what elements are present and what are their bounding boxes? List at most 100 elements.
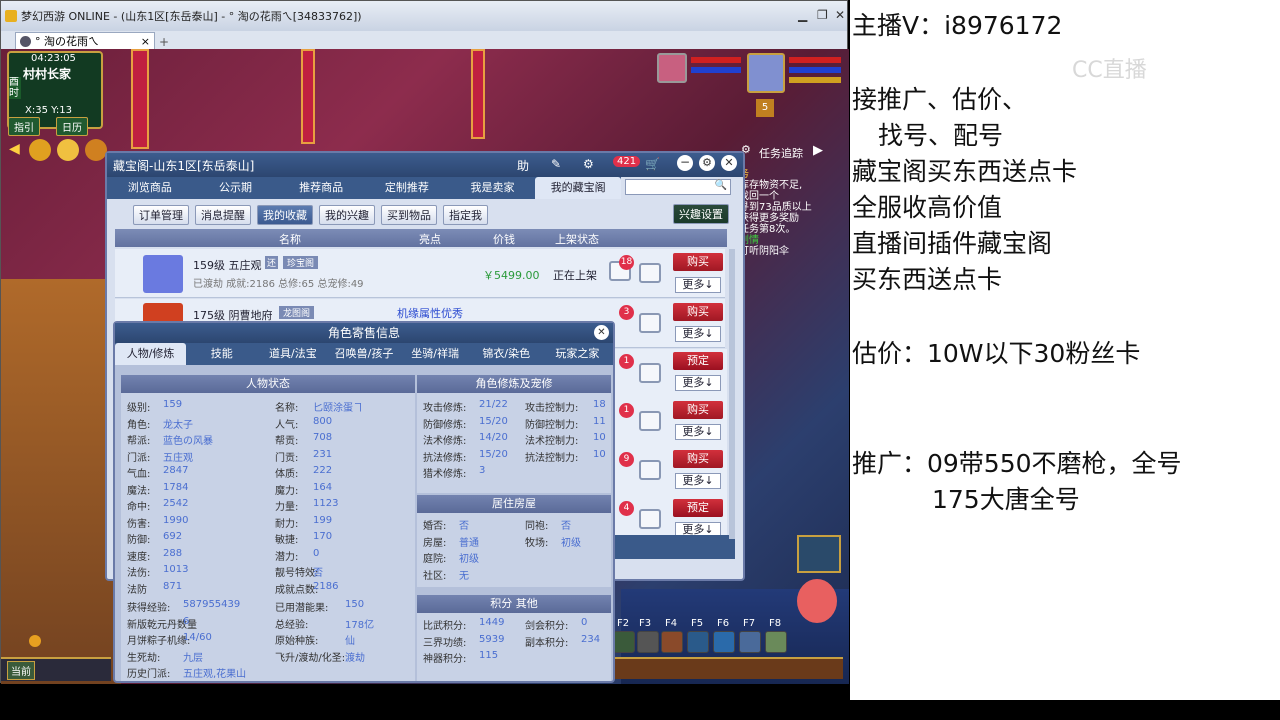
message-remind-button[interactable]: 消息提醒 bbox=[195, 205, 251, 225]
stat-value: 15/20 bbox=[479, 448, 508, 460]
overlay-line: 找号、配号 bbox=[878, 121, 1004, 150]
status-header: 人物状态 bbox=[121, 375, 415, 393]
more-button[interactable]: 更多↓ bbox=[675, 375, 721, 391]
arrow-right-icon[interactable]: ▶ bbox=[813, 143, 823, 158]
tab-browse[interactable]: 浏览商品 bbox=[107, 177, 193, 199]
skill-icon[interactable] bbox=[765, 631, 787, 653]
window-title: 梦幻西游 ONLINE - (山东1区[东岳泰山] - ° 淘の花雨ㄟ[3483… bbox=[21, 10, 362, 23]
stat-label: 帮贡: bbox=[275, 436, 299, 447]
close-button[interactable]: ✕ bbox=[835, 8, 845, 22]
hotkey-label: F8 bbox=[769, 618, 782, 629]
more-button[interactable]: 更多↓ bbox=[675, 473, 721, 489]
reward-icon[interactable] bbox=[57, 139, 79, 161]
settings-icon[interactable]: ⚙ bbox=[583, 157, 594, 171]
skill-icon[interactable] bbox=[687, 631, 709, 653]
tab-my-cbg[interactable]: 我的藏宝阁 bbox=[535, 177, 622, 199]
role-title: 角色寄售信息 bbox=[327, 326, 400, 340]
tab-mount[interactable]: 坐骑/祥瑞 bbox=[400, 343, 471, 365]
tab-item[interactable]: 道具/法宝 bbox=[257, 343, 328, 365]
my-favorites-button[interactable]: 我的收藏 bbox=[257, 205, 313, 225]
skill-icon[interactable] bbox=[637, 631, 659, 653]
my-interest-button[interactable]: 我的兴趣 bbox=[319, 205, 375, 225]
buy-button[interactable]: 购买 bbox=[673, 450, 723, 468]
tab-skill[interactable]: 技能 bbox=[186, 343, 257, 365]
pet-portrait[interactable] bbox=[657, 53, 687, 83]
buy-button[interactable]: 购买 bbox=[673, 253, 723, 271]
browser-tab[interactable]: ° 淘の花雨ㄟ × bbox=[15, 32, 155, 49]
stat-value: 234 bbox=[581, 633, 601, 645]
player-portrait[interactable] bbox=[747, 53, 785, 93]
stat-label: 获得经验: bbox=[127, 603, 171, 614]
calendar-button[interactable]: 日历 bbox=[56, 117, 88, 136]
stat-label: 人气: bbox=[275, 419, 299, 431]
cart-icon[interactable]: 🛒 bbox=[645, 157, 660, 171]
arrow-left-icon[interactable]: ◀ bbox=[9, 141, 20, 157]
skill-icon[interactable] bbox=[713, 631, 735, 653]
cart-icon[interactable] bbox=[639, 411, 661, 431]
bought-items-button[interactable]: 买到物品 bbox=[381, 205, 437, 225]
help-button[interactable]: 助 bbox=[517, 157, 529, 174]
stat-value: 龙太子 bbox=[163, 419, 193, 431]
reserve-button[interactable]: 预定 bbox=[673, 352, 723, 370]
edit-icon[interactable]: ✎ bbox=[551, 157, 561, 171]
main-toolbar[interactable] bbox=[613, 657, 843, 679]
tab-seller[interactable]: 我是卖家 bbox=[450, 177, 536, 199]
search-input[interactable]: 🔍 bbox=[625, 179, 731, 195]
interest-setting-button[interactable]: 兴趣设置 bbox=[673, 204, 729, 224]
level-badge: 5 bbox=[756, 99, 774, 117]
guide-button[interactable]: 指引 bbox=[8, 117, 40, 136]
tab-home[interactable]: 玩家之家 bbox=[542, 343, 613, 365]
stat-value: 222 bbox=[313, 465, 333, 476]
close-icon[interactable]: ✕ bbox=[594, 325, 609, 340]
restore-button[interactable]: ❐ bbox=[817, 8, 828, 22]
minimize-button[interactable]: ▁ bbox=[798, 8, 807, 22]
tab-close-icon[interactable]: × bbox=[141, 35, 150, 48]
skill-icon[interactable] bbox=[661, 631, 683, 653]
event-icon[interactable] bbox=[85, 139, 107, 161]
order-manage-button[interactable]: 订单管理 bbox=[133, 205, 189, 225]
stat-label: 抗法控制力: bbox=[525, 452, 579, 464]
overlay-line: 估价：10W以下30粉丝卡 bbox=[852, 339, 1141, 368]
team-icon[interactable] bbox=[797, 535, 841, 573]
cart-icon[interactable] bbox=[639, 509, 661, 529]
buy-button[interactable]: 购买 bbox=[673, 303, 723, 321]
stat-value: 3 bbox=[479, 465, 486, 476]
assigned-me-button[interactable]: 指定我 bbox=[443, 205, 488, 225]
skill-icon[interactable] bbox=[613, 631, 635, 653]
search-icon[interactable]: 🔍 bbox=[715, 180, 727, 191]
message-badge[interactable]: 421 bbox=[613, 156, 641, 167]
stat-label: 命中: bbox=[127, 502, 151, 513]
tab-char[interactable]: 人物/修炼 bbox=[115, 343, 187, 365]
cart-icon[interactable] bbox=[639, 263, 661, 283]
activity-icon[interactable] bbox=[29, 139, 51, 161]
gear-icon[interactable]: ⚙ bbox=[699, 155, 715, 171]
more-button[interactable]: 更多↓ bbox=[675, 277, 721, 293]
item-title[interactable]: 159级 五庄观 bbox=[193, 257, 262, 273]
new-tab-button[interactable]: + bbox=[159, 35, 169, 49]
overlay-line: 主播V：i8976172 bbox=[852, 11, 1063, 40]
minimize-icon[interactable]: − bbox=[677, 155, 693, 171]
more-button[interactable]: 更多↓ bbox=[675, 326, 721, 342]
stat-label: 成就点数: bbox=[275, 584, 319, 596]
skill-icon[interactable] bbox=[739, 631, 761, 653]
cart-icon[interactable] bbox=[639, 313, 661, 333]
table-row[interactable]: 159级 五庄观 还 珍宝阁 已渡劫 成就:2186 总修:65 总宠修:49 … bbox=[115, 249, 725, 298]
quest-tracker-label[interactable]: 任务追踪 bbox=[759, 145, 803, 161]
tab-summon[interactable]: 召唤兽/孩子 bbox=[328, 343, 399, 365]
tab-public[interactable]: 公示期 bbox=[193, 177, 279, 199]
stat-label: 魔法: bbox=[127, 485, 151, 497]
channel-button[interactable]: 当前 bbox=[7, 661, 35, 680]
more-button[interactable]: 更多↓ bbox=[675, 424, 721, 440]
tab-recommend[interactable]: 推荐商品 bbox=[278, 177, 364, 199]
col-price: 价钱 bbox=[493, 233, 515, 246]
buy-button[interactable]: 购买 bbox=[673, 401, 723, 419]
cart-icon[interactable] bbox=[639, 363, 661, 383]
tab-custom[interactable]: 定制推荐 bbox=[364, 177, 450, 199]
companion-portrait[interactable] bbox=[797, 579, 837, 623]
reserve-button[interactable]: 预定 bbox=[673, 499, 723, 517]
tab-costume[interactable]: 锦衣/染色 bbox=[471, 343, 542, 365]
cart-icon[interactable] bbox=[639, 460, 661, 480]
table-header: 名称 亮点 价钱 上架状态 bbox=[115, 229, 727, 247]
close-icon[interactable]: ✕ bbox=[721, 155, 737, 171]
scrollbar[interactable] bbox=[729, 249, 735, 539]
